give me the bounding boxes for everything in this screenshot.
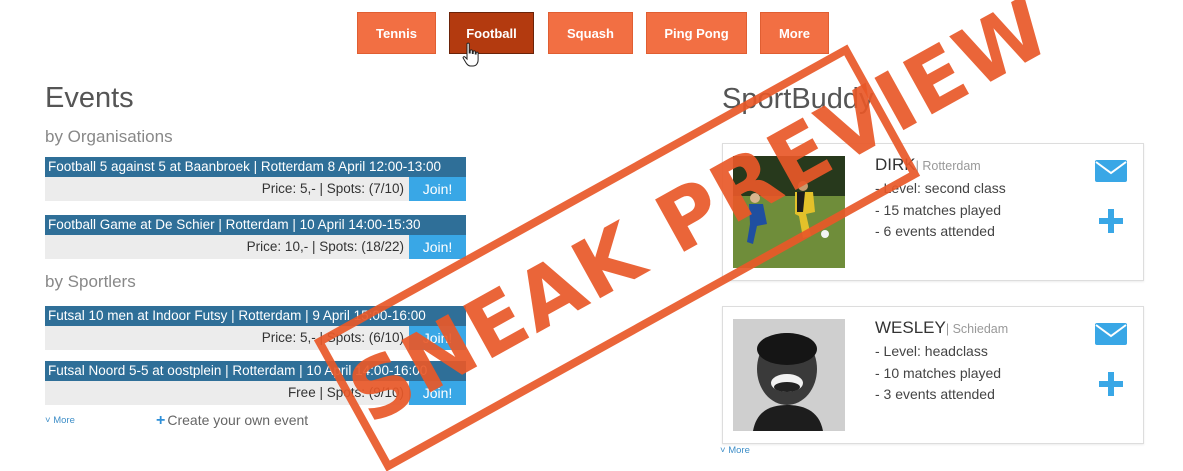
event-card: Football 5 against 5 at Baanbroek | Rott… <box>45 157 466 201</box>
event-price-spots: Price: 5,- | Spots: (6/10) <box>261 330 404 345</box>
sportbuddy-more-link[interactable]: ˅ More <box>720 445 750 456</box>
more-label: More <box>728 445 750 456</box>
buddy-name[interactable]: DIRK| Rotterdam <box>875 155 981 175</box>
plus-icon[interactable] <box>1099 372 1123 396</box>
event-card: Futsal Noord 5-5 at oostplein | Rotterda… <box>45 361 466 405</box>
buddy-events: - 6 events attended <box>875 223 995 239</box>
event-title[interactable]: Futsal 10 men at Indoor Futsy | Rotterda… <box>45 306 466 326</box>
join-button[interactable]: Join! <box>409 381 466 405</box>
tab-squash[interactable]: Squash <box>548 12 633 54</box>
event-meta: Price: 5,- | Spots: (7/10) Join! <box>45 177 466 201</box>
create-event-link[interactable]: + Create your own event <box>156 412 308 430</box>
event-meta: Price: 5,- | Spots: (6/10) Join! <box>45 326 466 350</box>
create-event-label: Create your own event <box>167 412 309 428</box>
events-more-link[interactable]: ˅ More <box>45 415 75 426</box>
event-title[interactable]: Football 5 against 5 at Baanbroek | Rott… <box>45 157 466 177</box>
chevron-down-icon: ˅ <box>720 445 726 456</box>
event-title[interactable]: Football Game at De Schier | Rotterdam |… <box>45 215 466 235</box>
event-meta: Price: 10,- | Spots: (18/22) Join! <box>45 235 466 259</box>
tab-ping-pong[interactable]: Ping Pong <box>646 12 747 54</box>
sport-tabs: Tennis Football Squash Ping Pong More <box>0 0 1183 67</box>
buddy-events: - 3 events attended <box>875 386 995 402</box>
buddy-card: DIRK| Rotterdam - Level: second class - … <box>722 143 1144 281</box>
organisations-subheading: by Organisations <box>45 127 173 146</box>
join-button[interactable]: Join! <box>409 177 466 201</box>
mail-icon[interactable] <box>1095 323 1127 345</box>
event-price-spots: Price: 10,- | Spots: (18/22) <box>246 239 404 254</box>
event-meta: Free | Spots: (9/10) Join! <box>45 381 466 405</box>
buddy-name-text: DIRK <box>875 155 916 174</box>
buddy-matches: - 15 matches played <box>875 202 1002 218</box>
buddy-name-text: WESLEY <box>875 318 946 337</box>
sportbuddy-heading: SportBuddy <box>722 83 874 115</box>
event-card: Futsal 10 men at Indoor Futsy | Rotterda… <box>45 306 466 350</box>
buddy-photo <box>733 319 845 431</box>
more-label: More <box>53 415 75 426</box>
tab-more[interactable]: More <box>760 12 829 54</box>
buddy-level: - Level: headclass <box>875 343 988 359</box>
buddy-city: | Schiedam <box>945 322 1009 336</box>
buddy-name[interactable]: WESLEY| Schiedam <box>875 318 1008 338</box>
buddy-city: | Rotterdam <box>915 159 981 173</box>
buddy-photo <box>733 156 845 268</box>
mail-icon[interactable] <box>1095 160 1127 182</box>
event-title[interactable]: Futsal Noord 5-5 at oostplein | Rotterda… <box>45 361 466 381</box>
buddy-level: - Level: second class <box>875 180 1006 196</box>
chevron-down-icon: ˅ <box>45 415 51 426</box>
event-card: Football Game at De Schier | Rotterdam |… <box>45 215 466 259</box>
plus-icon: + <box>156 412 166 429</box>
events-heading: Events <box>45 82 134 114</box>
tab-tennis[interactable]: Tennis <box>357 12 436 54</box>
plus-icon[interactable] <box>1099 209 1123 233</box>
buddy-card: WESLEY| Schiedam - Level: headclass - 10… <box>722 306 1144 444</box>
hand-cursor-icon <box>462 42 479 67</box>
buddy-matches: - 10 matches played <box>875 365 1002 381</box>
join-button[interactable]: Join! <box>409 326 466 350</box>
join-button[interactable]: Join! <box>409 235 466 259</box>
sportlers-subheading: by Sportlers <box>45 272 136 291</box>
event-price-spots: Price: 5,- | Spots: (7/10) <box>261 181 404 196</box>
event-price-spots: Free | Spots: (9/10) <box>287 385 404 400</box>
